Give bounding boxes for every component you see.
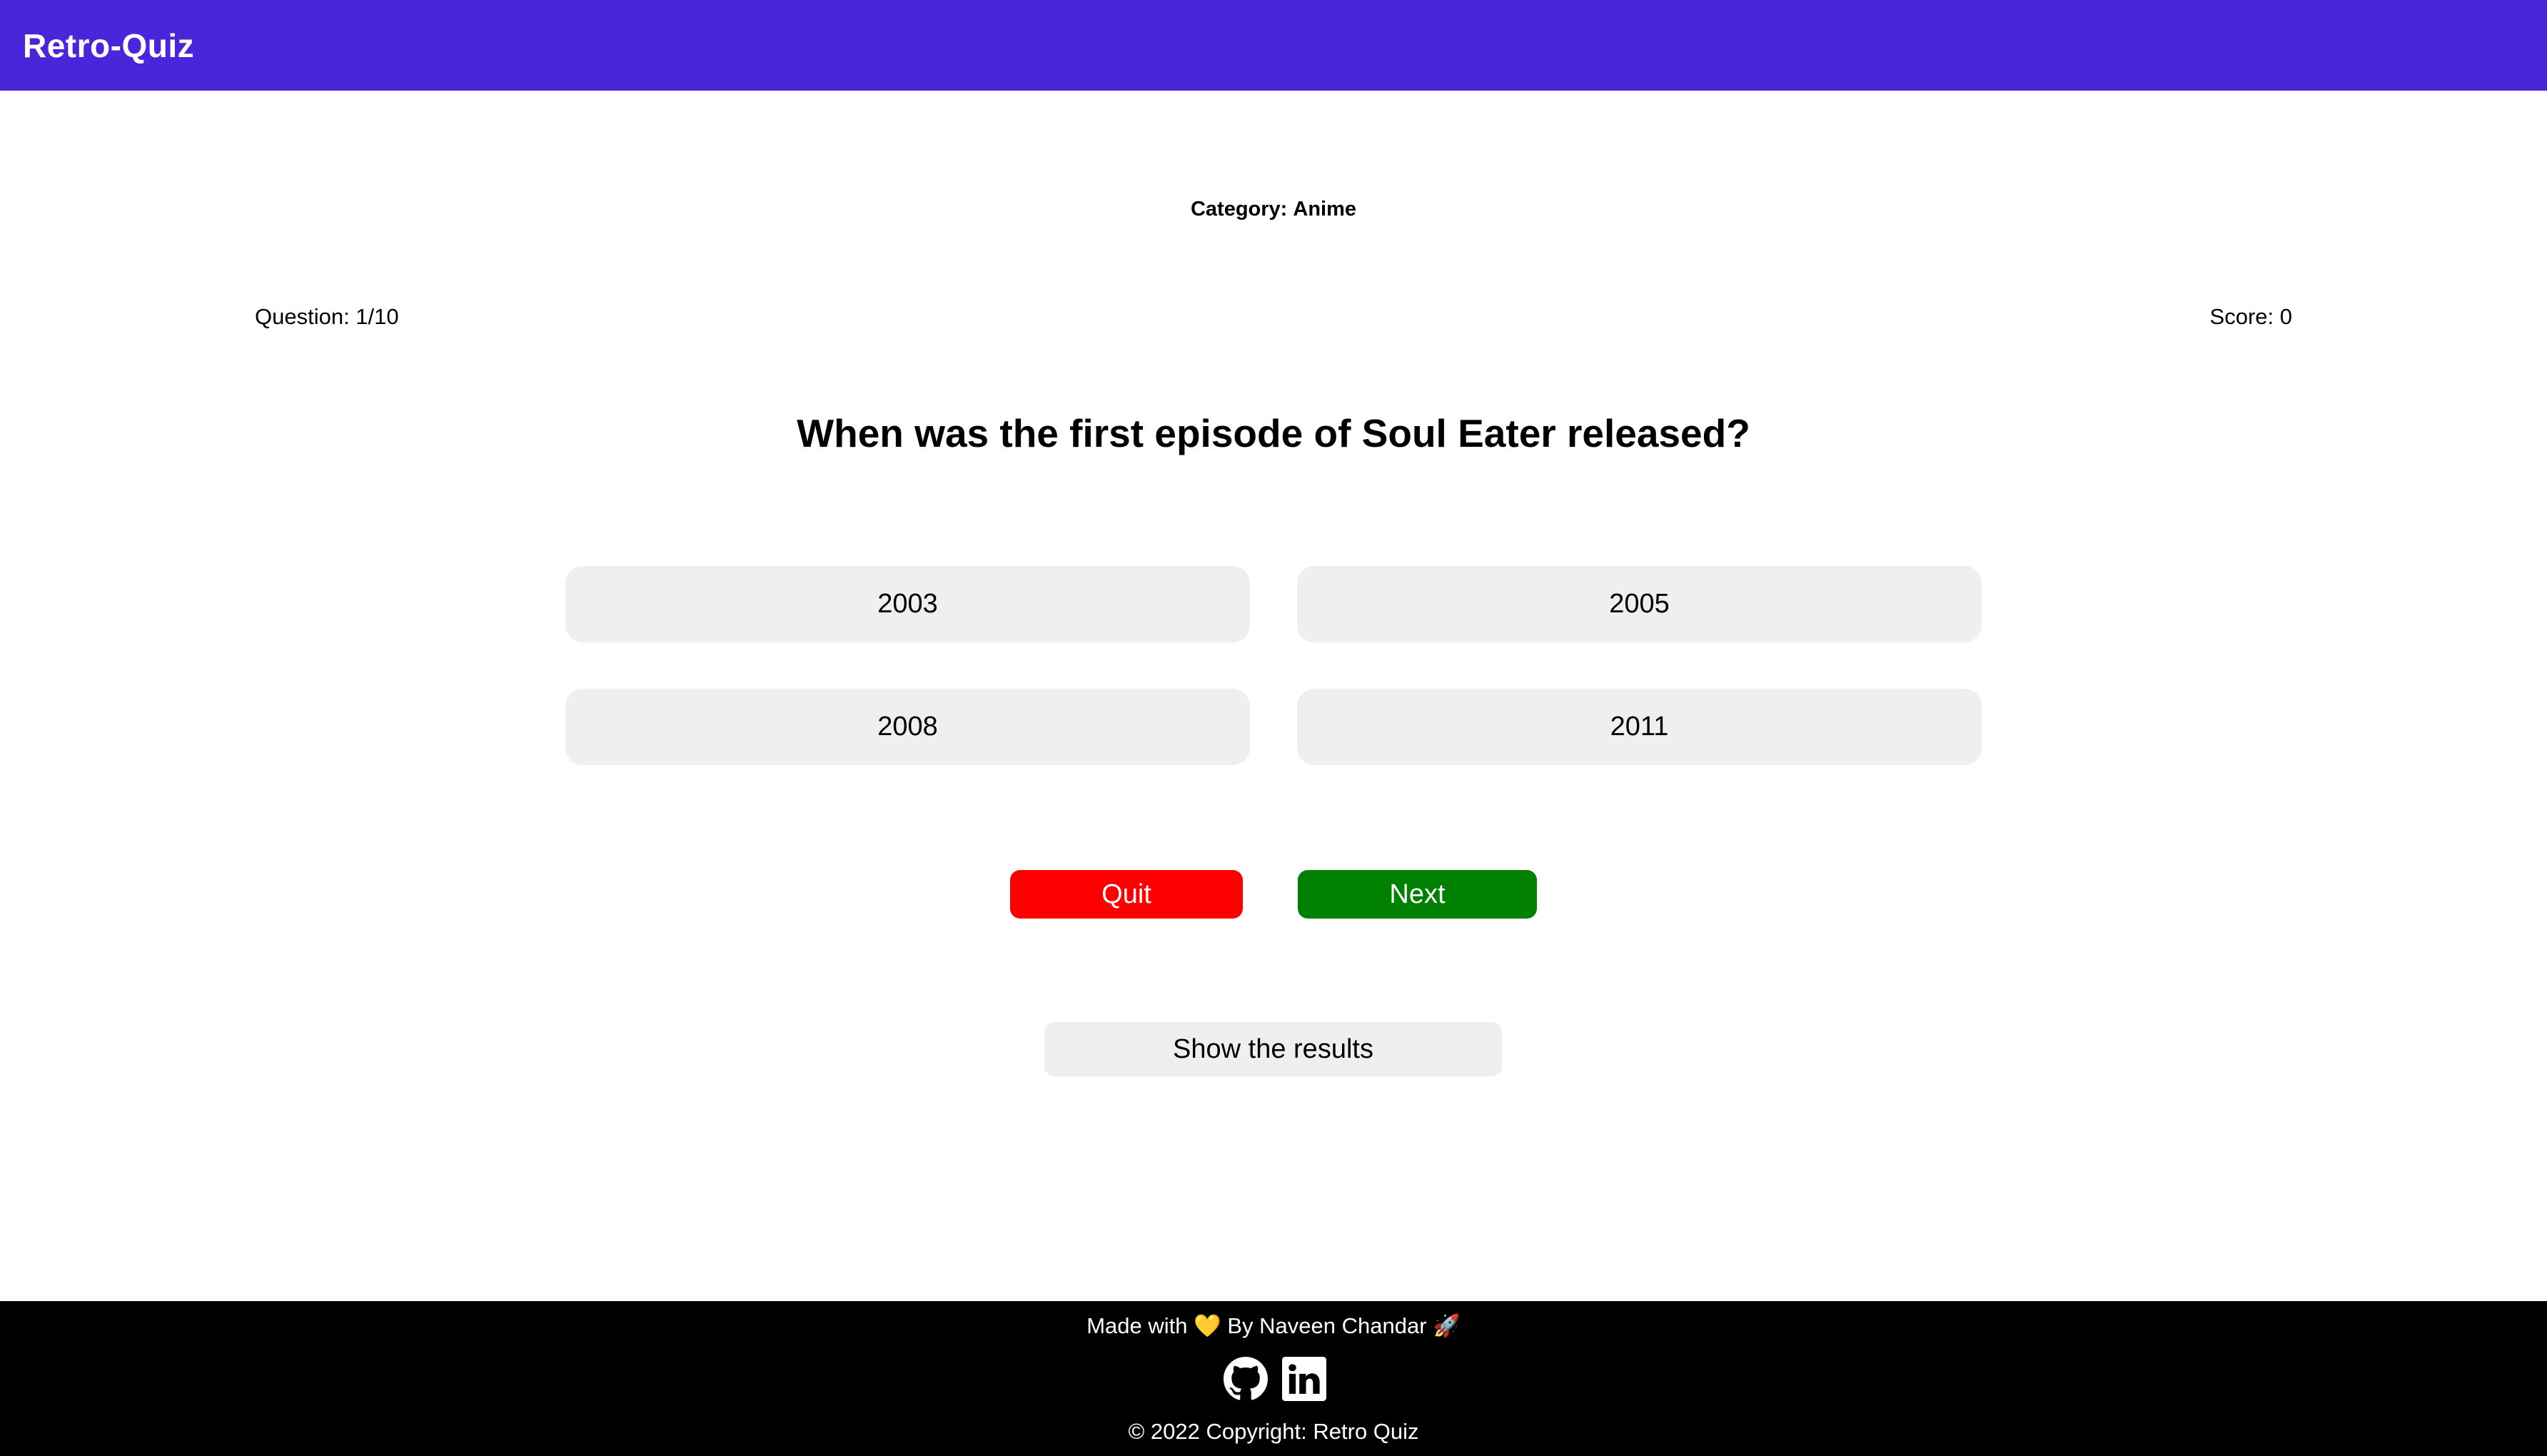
quiz-actions: Quit Next xyxy=(0,870,2547,919)
question-counter: Question: 1/10 xyxy=(255,304,399,329)
footer-author: By Naveen Chandar xyxy=(1227,1313,1427,1338)
brand-logo-text[interactable]: Retro-Quiz xyxy=(23,26,194,65)
footer-credit: Made with 💛 By Naveen Chandar 🚀 xyxy=(0,1313,2547,1339)
answer-options: 2003 2005 2008 2011 xyxy=(565,566,1982,765)
github-icon[interactable] xyxy=(1224,1357,1268,1401)
heart-icon: 💛 xyxy=(1194,1313,1221,1338)
answer-option-4[interactable]: 2011 xyxy=(1297,689,1982,765)
linkedin-icon[interactable] xyxy=(1282,1357,1326,1401)
footer-copyright: © 2022 Copyright: Retro Quiz xyxy=(1128,1419,1419,1444)
answer-option-1[interactable]: 2003 xyxy=(565,566,1250,642)
quit-button[interactable]: Quit xyxy=(1010,870,1243,919)
question-text: When was the first episode of Soul Eater… xyxy=(797,411,1750,455)
category-label: Category: xyxy=(1190,198,1288,221)
category-value: Anime xyxy=(1293,198,1357,221)
score-display: Score: 0 xyxy=(2209,304,2292,329)
category-heading: Category: Anime xyxy=(0,198,2547,221)
next-button[interactable]: Next xyxy=(1298,870,1537,919)
rocket-icon: 🚀 xyxy=(1433,1313,1461,1338)
page-footer: Made with 💛 By Naveen Chandar 🚀 © 2022 C… xyxy=(0,1301,2547,1456)
social-links xyxy=(1221,1356,1328,1402)
answer-option-3[interactable]: 2008 xyxy=(565,689,1250,765)
top-navbar: Retro-Quiz xyxy=(0,0,2547,91)
footer-made-prefix: Made with xyxy=(1086,1313,1188,1338)
answer-option-2[interactable]: 2005 xyxy=(1297,566,1982,642)
show-results-button[interactable]: Show the results xyxy=(1044,1022,1502,1076)
quiz-main: Category: Anime Question: 1/10 Score: 0 … xyxy=(0,91,2547,1301)
